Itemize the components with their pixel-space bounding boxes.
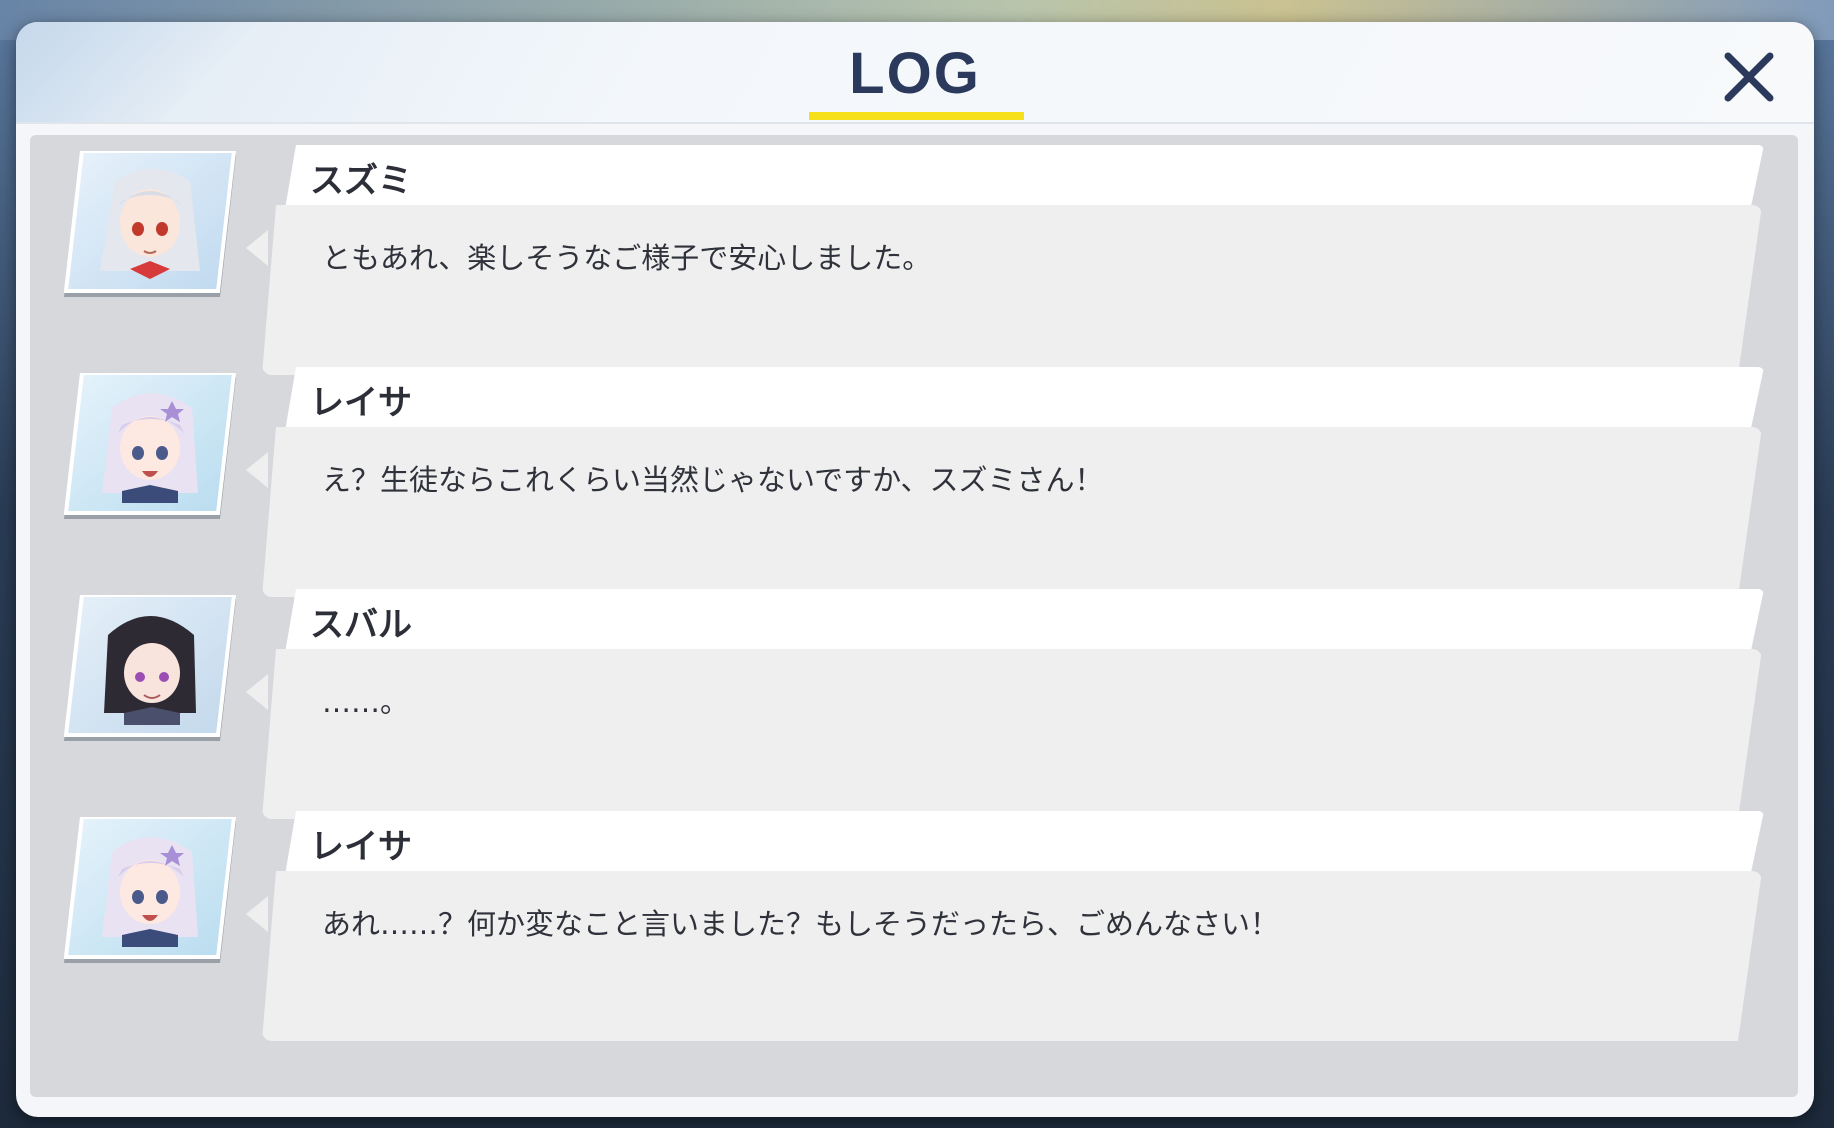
log-entry: スズミ ともあれ、楽しそうなご様子で安心しました。 xyxy=(30,135,1798,387)
message-box xyxy=(262,871,1762,1041)
message-box xyxy=(262,427,1762,597)
log-entry: レイサ え？生徒ならこれくらい当然じゃないですか、スズミさん！ xyxy=(30,357,1798,609)
log-dialog: LOG スズミ ともあれ、楽しそうなご様子で安心しました。 レイサ え？生徒なら… xyxy=(16,22,1814,1117)
speaker-name: スバル xyxy=(310,605,412,645)
avatar xyxy=(60,815,240,967)
message-text: あれ……？何か変なこと言いました？もしそうだったら、ごめんなさい！ xyxy=(322,907,1280,941)
message-text: ……。 xyxy=(322,685,410,719)
speaker-name: レイサ xyxy=(310,383,412,423)
avatar xyxy=(60,149,240,301)
speech-pointer xyxy=(246,452,268,488)
avatar xyxy=(60,371,240,523)
close-button[interactable] xyxy=(1714,42,1784,112)
speaker-name-bar xyxy=(284,367,1764,437)
log-entry: スバル ……。 xyxy=(30,579,1798,831)
speaker-name-bar xyxy=(284,145,1764,215)
speaker-name-bar xyxy=(284,811,1764,881)
avatar xyxy=(60,593,240,745)
close-icon xyxy=(1724,52,1774,102)
dialog-header: LOG xyxy=(16,22,1814,124)
speech-pointer xyxy=(246,674,268,710)
speech-pointer xyxy=(246,230,268,266)
log-entry: レイサ あれ……？何か変なこと言いました？もしそうだったら、ごめんなさい！ xyxy=(30,801,1798,1053)
dialog-title: LOG xyxy=(849,41,981,106)
title-underline xyxy=(809,112,1024,120)
speaker-name: レイサ xyxy=(310,827,412,867)
message-box xyxy=(262,649,1762,819)
message-text: え？生徒ならこれくらい当然じゃないですか、スズミさん！ xyxy=(322,463,1104,497)
message-box xyxy=(262,205,1762,375)
speaker-name-bar xyxy=(284,589,1764,659)
log-list[interactable]: スズミ ともあれ、楽しそうなご様子で安心しました。 レイサ え？生徒ならこれくら… xyxy=(30,135,1798,1097)
message-text: ともあれ、楽しそうなご様子で安心しました。 xyxy=(322,241,932,275)
speaker-name: スズミ xyxy=(310,161,412,201)
speech-pointer xyxy=(246,896,268,932)
